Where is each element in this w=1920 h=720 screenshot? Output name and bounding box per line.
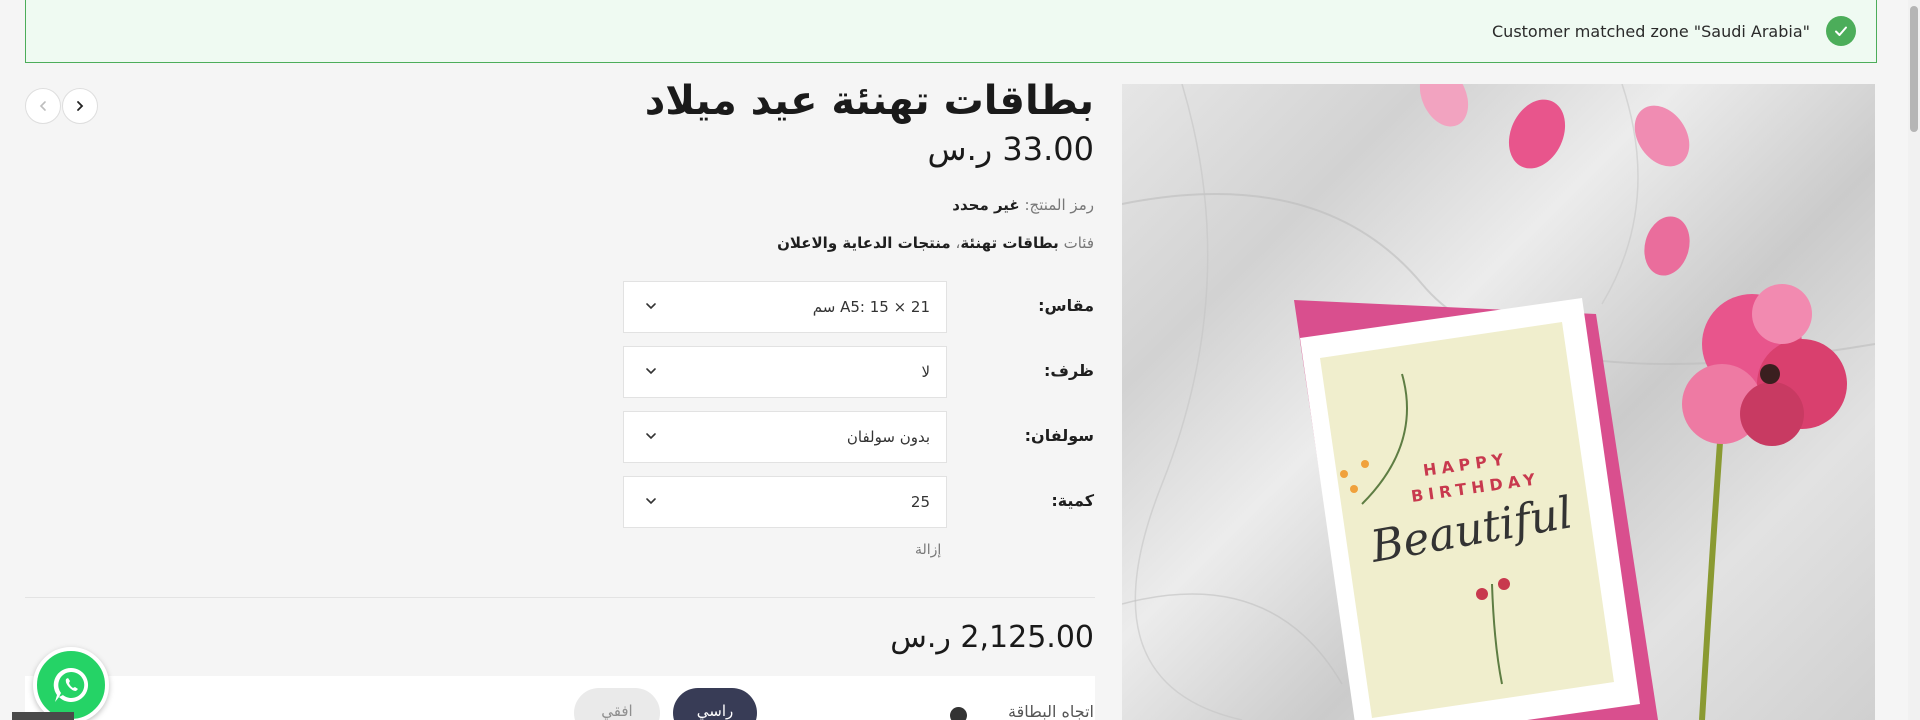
total-price: 2,125.00 ر.س: [890, 620, 1094, 655]
size-label: مقاس:: [1038, 296, 1094, 315]
clear-selection-link[interactable]: إزالة: [915, 542, 941, 558]
category-link[interactable]: بطاقات تهنئة: [960, 234, 1059, 252]
page-scrollbar[interactable]: [1908, 0, 1920, 720]
cellophane-select[interactable]: بدون سولفان: [623, 411, 947, 463]
chevron-down-icon: [644, 298, 658, 317]
birthday-card-illustration: HAPPY BIRTHDAY Beautiful: [1122, 84, 1875, 720]
orientation-panel: [25, 676, 1095, 720]
info-icon[interactable]: [950, 707, 967, 720]
chevron-down-icon: [644, 363, 658, 382]
chevron-down-icon: [644, 493, 658, 512]
whatsapp-icon: [53, 667, 89, 702]
quantity-select-value: 25: [910, 493, 930, 511]
whatsapp-button[interactable]: [33, 647, 109, 720]
notice-text: Customer matched zone "Saudi Arabia": [1492, 21, 1810, 41]
sku-value: غير محدد: [952, 196, 1020, 214]
orientation-portrait-button[interactable]: راسي: [673, 688, 757, 720]
chevron-left-icon: [39, 101, 46, 111]
notice-banner: Customer matched zone "Saudi Arabia": [25, 0, 1877, 63]
size-select[interactable]: A5: 15 × 21 سم: [623, 281, 947, 333]
sku-row: رمز المنتج: غير محدد: [952, 196, 1094, 214]
scrollbar-thumb[interactable]: [1910, 6, 1918, 132]
orientation-landscape-button[interactable]: افقي: [574, 688, 660, 720]
section-divider: [25, 597, 1095, 598]
categories-row: فئات بطاقات تهنئة، منتجات الدعاية والاعل…: [777, 234, 1094, 252]
product-price: 33.00 ر.س: [927, 130, 1094, 168]
previous-product-button[interactable]: [25, 88, 61, 124]
envelope-select-value: لا: [921, 363, 930, 381]
size-select-value: A5: 15 × 21 سم: [812, 298, 930, 316]
category-separator: ،: [950, 234, 961, 252]
chevron-right-icon: [77, 101, 84, 111]
cellophane-select-value: بدون سولفان: [846, 428, 930, 446]
next-product-button[interactable]: [62, 88, 98, 124]
chevron-down-icon: [644, 428, 658, 447]
envelope-label: ظرف:: [1043, 361, 1094, 380]
check-icon: [1826, 16, 1856, 46]
orientation-label: اتجاه البطاقة: [1008, 702, 1094, 720]
category-link[interactable]: منتجات الدعاية والاعلان: [777, 234, 951, 252]
sku-label: رمز المنتج:: [1024, 196, 1094, 214]
product-title: بطاقات تهنئة عيد ميلاد: [644, 78, 1094, 124]
cellophane-label: سولفان:: [1024, 426, 1094, 445]
corner-tab[interactable]: [12, 712, 74, 720]
envelope-select[interactable]: لا: [623, 346, 947, 398]
categories-label: فئات: [1063, 234, 1094, 252]
quantity-label: كمية:: [1051, 491, 1094, 510]
product-image[interactable]: HAPPY BIRTHDAY Beautiful: [1122, 84, 1875, 720]
quantity-select[interactable]: 25: [623, 476, 947, 528]
